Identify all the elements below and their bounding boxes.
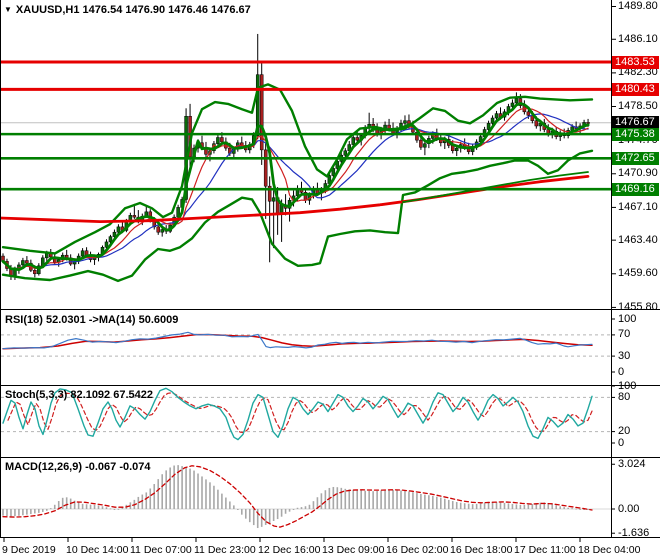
price-badge-red: 1480.43 bbox=[612, 82, 659, 96]
main-chart-panel[interactable] bbox=[0, 0, 611, 308]
stoch-axis-label: 0 bbox=[618, 436, 625, 449]
price-tick-label: 1470.90 bbox=[618, 167, 658, 180]
time-tick-label: 17 Dec 11:00 bbox=[514, 544, 576, 556]
chart-title: ▼ XAUUSD,H1 1476.54 1476.90 1476.46 1476.… bbox=[4, 4, 251, 16]
rsi-axis-label: 0 bbox=[618, 365, 625, 378]
rsi-axis-label: 100 bbox=[618, 312, 637, 325]
time-tick-label: 16 Dec 02:00 bbox=[386, 544, 449, 556]
time-tick-label: 18 Dec 04:00 bbox=[578, 544, 641, 556]
price-tick-label: 1489.80 bbox=[618, 0, 658, 12]
rsi-axis-label: 30 bbox=[618, 349, 631, 362]
time-tick-label: 10 Dec 14:00 bbox=[66, 544, 129, 556]
stoch-axis-label: 80 bbox=[618, 390, 631, 403]
macd-label: MACD(12,26,9) -0.067 -0.074 bbox=[5, 461, 151, 473]
price-tick-label: 1463.40 bbox=[618, 233, 658, 246]
macd-axis-label: 3.024 bbox=[618, 457, 646, 470]
price-tick-label: 1478.50 bbox=[618, 100, 658, 112]
price-tick-label: 1459.60 bbox=[618, 267, 658, 280]
mt4-chart-window: { "header": { "title": "XAUUSD,H1 1476.5… bbox=[0, 0, 660, 560]
stoch-axis-label: 20 bbox=[618, 425, 631, 438]
stoch-label: Stoch(5,3,3) 82.1092 67.5422 bbox=[5, 389, 153, 401]
time-tick-label: 12 Dec 16:00 bbox=[258, 544, 321, 556]
price-tick-label: 1455.80 bbox=[618, 300, 658, 313]
chevron-down-icon: ▼ bbox=[4, 5, 12, 14]
macd-axis-label: 0.00 bbox=[618, 502, 640, 515]
price-badge-green: 1469.16 bbox=[612, 182, 659, 196]
price-tick-label: 1467.10 bbox=[618, 200, 658, 213]
price-badge-green: 1475.38 bbox=[612, 127, 659, 141]
time-tick-label: 13 Dec 09:00 bbox=[322, 544, 385, 556]
time-tick-label: 16 Dec 18:00 bbox=[450, 544, 513, 556]
macd-axis-label: -1.636 bbox=[618, 526, 650, 539]
time-tick-label: 11 Dec 23:00 bbox=[194, 544, 256, 556]
time-tick-label: 9 Dec 2019 bbox=[2, 544, 56, 556]
rsi-label: RSI(18) 52.0301 ->MA(14) 50.6009 bbox=[5, 314, 179, 326]
chart-title-text: XAUUSD,H1 1476.54 1476.90 1476.46 1476.6… bbox=[15, 4, 251, 16]
price-badge-red: 1483.53 bbox=[612, 55, 659, 69]
stoch-axis-label: 100 bbox=[618, 379, 637, 392]
rsi-axis-label: 70 bbox=[618, 328, 631, 341]
price-tick-label: 1486.10 bbox=[618, 32, 658, 45]
time-tick-label: 11 Dec 07:00 bbox=[130, 544, 192, 556]
price-badge-green: 1472.65 bbox=[612, 151, 659, 165]
